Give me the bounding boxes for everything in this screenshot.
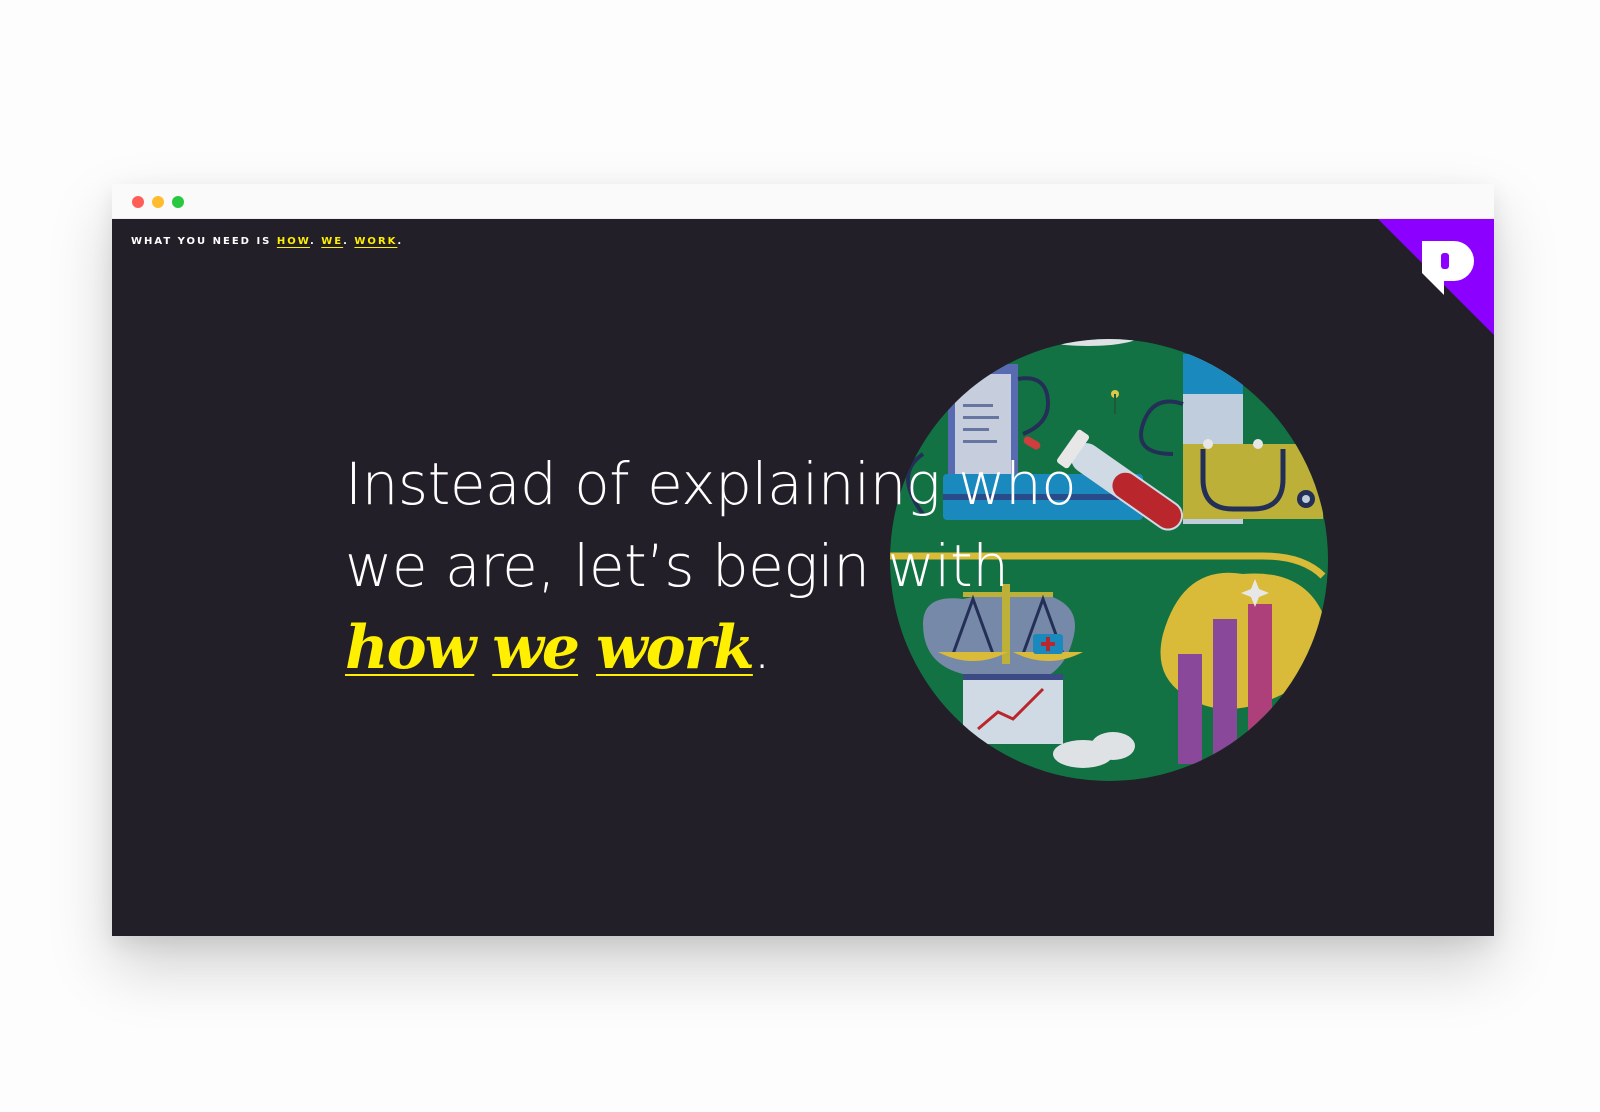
tagline-prefix: WHAT YOU NEED IS <box>131 236 277 247</box>
maximize-window-button[interactable] <box>172 196 184 208</box>
tagline-separator: . <box>309 236 322 247</box>
headline-period: . <box>752 614 771 682</box>
nav-link-how[interactable]: HOW <box>277 236 310 247</box>
headline-line-3: how we work. <box>345 607 1065 689</box>
logo-corner[interactable] <box>1378 219 1494 335</box>
tagline-end: . <box>397 236 404 247</box>
emphasis-link-we[interactable]: we <box>492 613 580 683</box>
nav-link-work[interactable]: WORK <box>354 236 397 247</box>
tagline-separator: . <box>343 236 355 247</box>
hero-headline: Instead of explaining who we are, let’s … <box>345 443 1077 689</box>
header-tagline: WHAT YOU NEED IS HOW. WE. WORK. <box>131 236 403 247</box>
browser-window: WHAT YOU NEED IS HOW. WE. WORK. Instead … <box>112 184 1494 936</box>
emphasis-link-work[interactable]: work <box>596 613 755 683</box>
window-titlebar <box>112 184 1494 219</box>
emphasis-link-how[interactable]: how <box>345 613 476 683</box>
headline-line-2: we are, let’s begin with <box>345 532 1009 600</box>
close-window-button[interactable] <box>132 196 144 208</box>
minimize-window-button[interactable] <box>152 196 164 208</box>
nav-link-we[interactable]: WE <box>321 236 343 247</box>
hero-page: WHAT YOU NEED IS HOW. WE. WORK. Instead … <box>112 219 1494 936</box>
headline-line-1: Instead of explaining who <box>345 450 1077 518</box>
